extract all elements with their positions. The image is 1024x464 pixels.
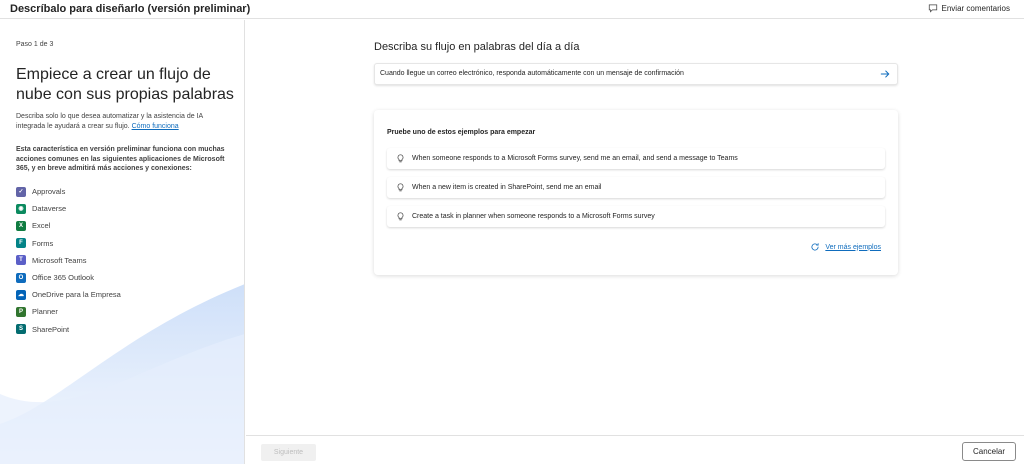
page-heading: Empiece a crear un flujo de nube con sus…	[16, 66, 234, 103]
approvals-icon: ✓	[16, 186, 26, 197]
app-item-forms: F Forms	[16, 235, 121, 252]
app-item-planner: P Planner	[16, 303, 121, 320]
forms-icon: F	[16, 238, 26, 249]
planner-icon: P	[16, 306, 26, 317]
example-text: When a new item is created in SharePoint…	[412, 184, 602, 191]
outlook-icon: O	[16, 272, 26, 283]
title-bar: Descríbalo para diseñarlo (versión preli…	[0, 0, 1024, 19]
window-title: Descríbalo para diseñarlo (versión preli…	[10, 3, 251, 15]
app-label: Planner	[32, 307, 58, 317]
flow-description-value[interactable]: Cuando llegue un correo electrónico, res…	[380, 70, 684, 77]
lightbulb-icon	[397, 212, 404, 221]
how-it-works-link[interactable]: Cómo funciona	[132, 123, 179, 130]
app-item-onedrive: ☁ OneDrive para la Empresa	[16, 286, 121, 303]
feedback-icon	[928, 4, 937, 13]
app-label: SharePoint	[32, 324, 70, 334]
app-item-approvals: ✓ Approvals	[16, 183, 121, 200]
teams-icon: T	[16, 255, 26, 266]
dataverse-icon: ◉	[16, 203, 26, 214]
send-feedback-button[interactable]: Enviar comentarios	[928, 3, 1010, 13]
refresh-icon	[811, 243, 819, 251]
flow-description-input[interactable]: Cuando llegue un correo electrónico, res…	[374, 63, 898, 85]
description: Describa solo lo que desea automatizar y…	[16, 112, 231, 132]
app-item-excel: X Excel	[16, 217, 121, 234]
app-label: Excel	[32, 221, 51, 231]
step-indicator: Paso 1 de 3	[16, 41, 54, 48]
arrow-right-icon[interactable]	[879, 68, 891, 80]
main-title: Describa su flujo en palabras del día a …	[374, 41, 580, 53]
examples-title: Pruebe uno de estos ejemplos para empeza…	[387, 129, 536, 136]
preview-note: Esta característica en versión prelimina…	[16, 146, 225, 172]
onedrive-icon: ☁	[16, 289, 26, 300]
lightbulb-icon	[397, 154, 404, 163]
app-label: Office 365 Outlook	[32, 273, 94, 283]
app-label: OneDrive para la Empresa	[32, 290, 121, 300]
examples-card: Pruebe uno de estos ejemplos para empeza…	[374, 110, 898, 275]
send-feedback-label: Enviar comentarios	[941, 3, 1010, 13]
example-text: When someone responds to a Microsoft For…	[412, 155, 738, 162]
lightbulb-icon	[397, 183, 404, 192]
cancel-button[interactable]: Cancelar	[962, 442, 1016, 461]
app-item-outlook: O Office 365 Outlook	[16, 269, 121, 286]
app-label: Approvals	[32, 187, 66, 197]
app-item-teams: T Microsoft Teams	[16, 252, 121, 269]
next-button[interactable]: Siguiente	[261, 444, 316, 461]
sharepoint-icon: S	[16, 324, 26, 335]
see-more-examples-link[interactable]: Ver más ejemplos	[810, 242, 881, 252]
example-item[interactable]: Create a task in planner when someone re…	[387, 206, 885, 227]
app-label: Microsoft Teams	[32, 255, 87, 265]
footer-bar: Siguiente Cancelar	[246, 435, 1024, 464]
app-label: Dataverse	[32, 204, 67, 214]
app-item-sharepoint: S SharePoint	[16, 321, 121, 338]
supported-apps-list: ✓ Approvals ◉ Dataverse X Excel F Forms …	[16, 183, 121, 338]
left-panel: Paso 1 de 3 Empiece a crear un flujo de …	[0, 20, 245, 464]
example-item[interactable]: When a new item is created in SharePoint…	[387, 177, 885, 198]
example-text: Create a task in planner when someone re…	[412, 213, 655, 220]
example-item[interactable]: When someone responds to a Microsoft For…	[387, 148, 885, 169]
excel-icon: X	[16, 220, 26, 231]
app-item-dataverse: ◉ Dataverse	[16, 200, 121, 217]
see-more-examples-label: Ver más ejemplos	[825, 243, 881, 251]
app-label: Forms	[32, 238, 54, 248]
